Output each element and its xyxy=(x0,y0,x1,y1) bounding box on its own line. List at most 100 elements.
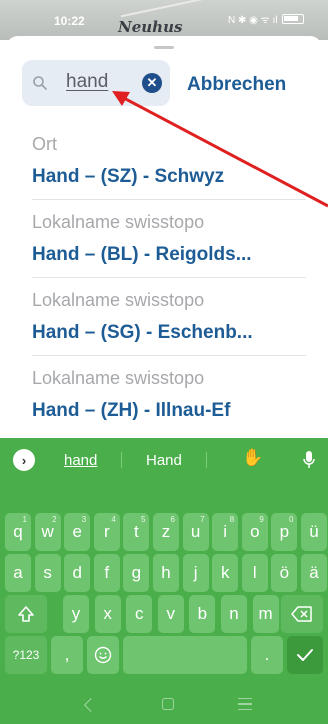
key-i[interactable]: i8 xyxy=(212,513,239,551)
key-number-hint: 6 xyxy=(170,515,175,524)
cancel-button[interactable]: Abbrechen xyxy=(187,74,286,96)
key-d[interactable]: d xyxy=(64,554,91,592)
key-number-hint: 5 xyxy=(140,515,146,524)
key-label: s xyxy=(43,563,52,582)
map-road xyxy=(120,0,210,18)
comma-key[interactable]: , xyxy=(51,636,83,674)
search-query-text[interactable]: hand xyxy=(66,71,108,93)
result-item[interactable]: Lokalname swisstopo Hand – (SG) - Eschen… xyxy=(6,278,322,356)
suggestion-emoji[interactable]: ✋ xyxy=(242,448,263,468)
key-label: i xyxy=(223,522,228,541)
status-indicators: N ✱ ◉ ᯤ ıl xyxy=(228,15,278,26)
result-category: Ort xyxy=(32,134,57,154)
key-p[interactable]: p0 xyxy=(271,513,298,551)
key-z[interactable]: z6 xyxy=(153,513,179,551)
suggestion-1[interactable]: hand xyxy=(64,452,97,469)
result-name[interactable]: Hand – (BL) - Reigolds... xyxy=(32,244,252,266)
key-number-hint: 3 xyxy=(81,515,87,524)
result-item[interactable]: Ort Hand – (SZ) - Schwyz xyxy=(6,122,322,200)
key-label: p xyxy=(279,522,290,541)
period-key[interactable]: . xyxy=(251,636,283,674)
key-label: d xyxy=(72,563,82,582)
result-category: Lokalname swisstopo xyxy=(32,212,205,232)
shift-key[interactable] xyxy=(5,595,47,633)
status-time: 10:22 xyxy=(54,14,85,28)
result-category: Lokalname swisstopo xyxy=(32,290,205,310)
key-w[interactable]: w2 xyxy=(34,513,61,551)
key-label: m xyxy=(258,604,273,623)
battery-icon xyxy=(281,14,304,24)
nav-recents-icon[interactable] xyxy=(238,698,252,710)
suggestion-2[interactable]: Hand xyxy=(146,452,182,469)
nav-back-icon[interactable] xyxy=(83,697,99,713)
key-label: v xyxy=(166,604,176,623)
key-number-hint: 8 xyxy=(229,515,235,524)
sheet-drag-handle[interactable] xyxy=(154,46,174,49)
divider xyxy=(121,452,122,468)
key-k[interactable]: k xyxy=(212,554,239,592)
shift-icon xyxy=(18,606,34,622)
key-l[interactable]: l xyxy=(241,554,268,592)
checkmark-icon xyxy=(297,649,313,661)
key-g[interactable]: g xyxy=(123,554,150,592)
key-t[interactable]: t5 xyxy=(123,513,150,551)
key-o[interactable]: o9 xyxy=(241,513,268,551)
key-r[interactable]: r4 xyxy=(93,513,120,551)
system-nav-bar xyxy=(0,688,328,724)
key-label: u xyxy=(190,522,201,541)
onscreen-keyboard: › hand Hand ✋ ?123 , . q 1 w 2 e 3 r 4 t… xyxy=(0,438,328,724)
result-category: Lokalname swisstopo xyxy=(32,368,205,388)
key-number-hint: 7 xyxy=(200,515,205,524)
key-label: ö xyxy=(279,563,290,582)
key-label: h xyxy=(161,563,171,582)
key-ö[interactable]: ö xyxy=(271,554,298,592)
key-label: z xyxy=(161,522,171,541)
clear-search-icon[interactable]: ✕ xyxy=(142,73,162,93)
result-item[interactable]: Lokalname swisstopo Hand – (ZH) - Illnau… xyxy=(6,356,322,434)
search-icon xyxy=(33,76,47,90)
result-name[interactable]: Hand – (ZH) - Illnau-Ef xyxy=(32,400,230,422)
result-name[interactable]: Hand – (SG) - Eschenb... xyxy=(32,322,253,344)
key-label: ä xyxy=(309,563,319,582)
chevron-right-icon[interactable]: › xyxy=(13,449,35,471)
nav-home-icon[interactable] xyxy=(162,698,174,710)
key-label: x xyxy=(103,604,112,623)
map-place-label: Neuhus xyxy=(118,18,183,36)
result-item[interactable]: Lokalname swisstopo Hand – (BL) - Reigol… xyxy=(6,200,322,278)
enter-key[interactable] xyxy=(287,636,323,674)
key-b[interactable]: b xyxy=(189,595,216,633)
key-q[interactable]: q1 xyxy=(5,513,31,551)
space-key[interactable] xyxy=(123,636,247,674)
key-j[interactable]: j xyxy=(182,554,209,592)
key-v[interactable]: v xyxy=(157,595,184,633)
symbols-key[interactable]: ?123 xyxy=(5,636,47,674)
smiley-icon xyxy=(94,646,112,664)
key-n[interactable]: n xyxy=(221,595,247,633)
key-label: n xyxy=(229,604,239,623)
key-ü[interactable]: ü xyxy=(301,513,327,551)
key-label: f xyxy=(104,563,110,582)
key-u[interactable]: u7 xyxy=(182,513,209,551)
key-c[interactable]: c xyxy=(126,595,153,633)
key-number-hint: 1 xyxy=(22,515,27,524)
key-s[interactable]: s xyxy=(34,554,61,592)
status-icons: N ✱ ◉ ᯤ ıl xyxy=(228,12,304,26)
key-label: k xyxy=(220,563,230,582)
backspace-key[interactable] xyxy=(281,595,323,633)
key-f[interactable]: f xyxy=(93,554,120,592)
search-input[interactable]: hand ✕ xyxy=(22,60,170,106)
key-a[interactable]: a xyxy=(5,554,31,592)
key-y[interactable]: y xyxy=(63,595,89,633)
key-label: j xyxy=(193,563,198,582)
key-label: t xyxy=(134,522,139,541)
result-name[interactable]: Hand – (SZ) - Schwyz xyxy=(32,166,224,188)
key-h[interactable]: h xyxy=(153,554,179,592)
emoji-key[interactable] xyxy=(87,636,119,674)
microphone-icon[interactable] xyxy=(302,450,316,470)
key-label: e xyxy=(72,522,82,541)
key-m[interactable]: m xyxy=(252,595,279,633)
key-e[interactable]: e3 xyxy=(64,513,91,551)
suggestion-bar: › hand Hand ✋ xyxy=(0,438,328,482)
key-x[interactable]: x xyxy=(94,595,121,633)
key-ä[interactable]: ä xyxy=(301,554,327,592)
